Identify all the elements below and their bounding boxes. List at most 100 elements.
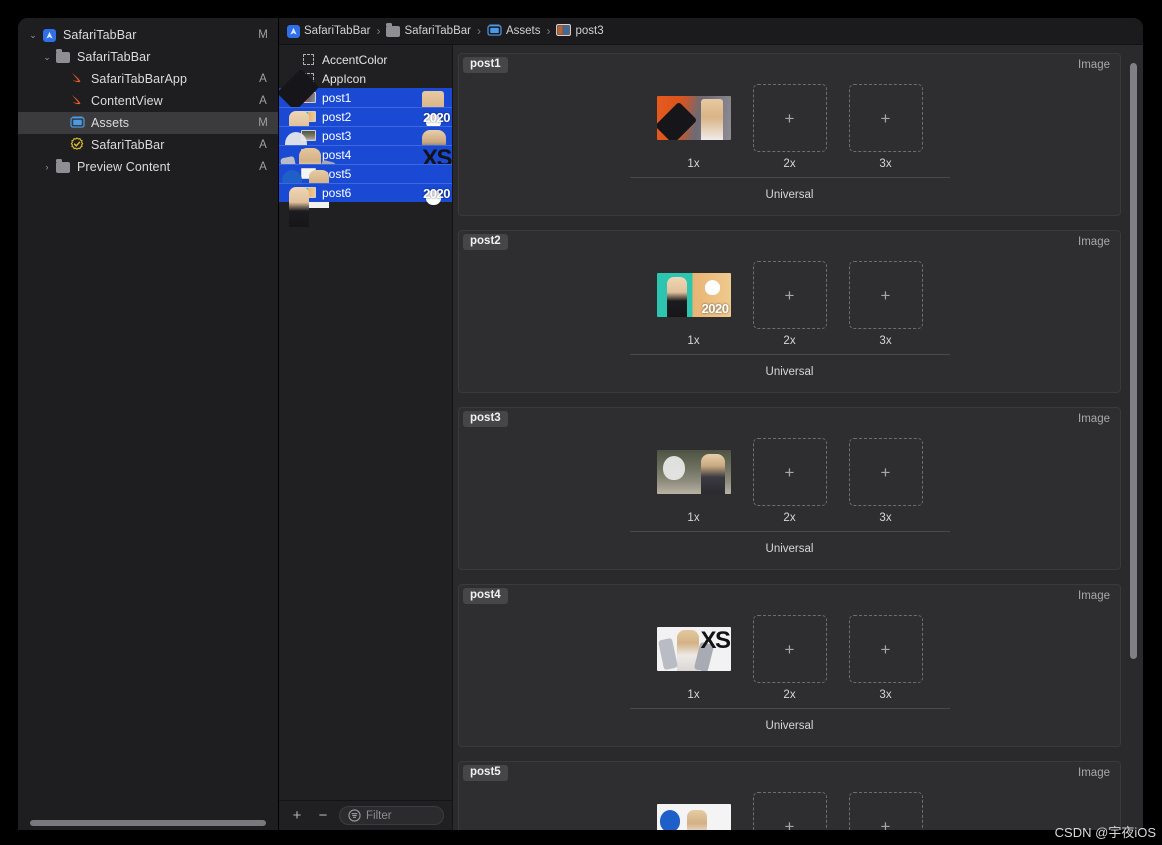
- swift-file-icon-wrap: [68, 71, 86, 88]
- nav-row-status: M: [258, 29, 268, 41]
- detail-vertical-scrollbar[interactable]: [1130, 63, 1137, 659]
- asset-slot-dropzone[interactable]: +: [752, 615, 827, 683]
- asset-card-kind: Image: [1078, 413, 1110, 425]
- asset-card-post2[interactable]: post2 Image 2020 1x +2x +3x Universal: [458, 230, 1121, 393]
- asset-slot[interactable]: +2x: [752, 438, 827, 524]
- asset-card-post4[interactable]: post4 Image XS 1x +2x +3x Universal: [458, 584, 1121, 747]
- image-set-icon-wrap: 2020: [301, 186, 450, 205]
- asset-slot[interactable]: +3x: [848, 792, 923, 831]
- asset-list-item-label: post4: [322, 147, 352, 162]
- asset-slot-dropzone[interactable]: +: [752, 84, 827, 152]
- asset-slot[interactable]: +3x: [848, 84, 923, 170]
- asset-thumbnail: [656, 450, 731, 494]
- asset-slot-dropzone[interactable]: +: [848, 84, 923, 152]
- asset-list-item-post1[interactable]: post1: [279, 88, 452, 107]
- nav-row-safaritabbar[interactable]: ⌄ SafariTabBar M: [18, 24, 278, 46]
- add-image-plus-icon[interactable]: +: [881, 641, 891, 658]
- remove-asset-button[interactable]: −: [313, 806, 333, 826]
- asset-slot[interactable]: +2x: [752, 261, 827, 347]
- asset-slot[interactable]: +2x: [752, 615, 827, 701]
- breadcrumb: SafariTabBar › SafariTabBar › Assets › post3: [279, 18, 1143, 45]
- editor-area: SafariTabBar › SafariTabBar › Assets › post3 A…: [278, 18, 1143, 830]
- asset-slot[interactable]: +2x: [752, 84, 827, 170]
- add-image-plus-icon[interactable]: +: [785, 464, 795, 481]
- asset-slot[interactable]: +3x: [848, 438, 923, 524]
- asset-slot-dropzone[interactable]: +: [752, 792, 827, 831]
- add-image-plus-icon[interactable]: +: [881, 287, 891, 304]
- add-asset-button[interactable]: +: [287, 806, 307, 826]
- nav-row-preview-content[interactable]: › Preview Content A: [18, 156, 278, 178]
- xcode-project-icon: [287, 24, 300, 38]
- nav-row-assets[interactable]: Assets M: [18, 112, 278, 134]
- asset-list-item-label: AppIcon: [322, 71, 367, 86]
- breadcrumb-item-post3[interactable]: post3: [556, 23, 604, 39]
- image-set-icon-wrap: XS: [280, 147, 452, 191]
- asset-slot-dropzone[interactable]: +: [752, 261, 827, 329]
- asset-list-item-label: post6: [322, 185, 352, 200]
- asset-list: AccentColor AppIcon post1 2020 post2 post3 XS p…: [279, 45, 452, 800]
- asset-slot[interactable]: XS 1x: [656, 615, 731, 701]
- nav-row-safaritabbar[interactable]: ⌄ SafariTabBar: [18, 46, 278, 68]
- asset-list-item-accentcolor[interactable]: AccentColor: [279, 50, 452, 69]
- asset-card-kind: Image: [1078, 767, 1110, 779]
- asset-slot[interactable]: +3x: [848, 261, 923, 347]
- chevron-down-icon[interactable]: ⌄: [26, 30, 40, 40]
- filter-input[interactable]: Filter: [339, 806, 444, 825]
- nav-row-safaritabbarapp[interactable]: SafariTabBarApp A: [18, 68, 278, 90]
- add-image-plus-icon[interactable]: +: [785, 287, 795, 304]
- asset-slot[interactable]: 2020 1x: [656, 261, 731, 347]
- asset-slot-dropzone[interactable]: +: [848, 615, 923, 683]
- breadcrumb-item-safaritabbar[interactable]: SafariTabBar: [287, 24, 370, 38]
- assets-catalog-icon-wrap: [68, 115, 86, 131]
- nav-row-label: SafariTabBar: [91, 138, 165, 152]
- asset-slot-dropzone[interactable]: 2020: [656, 261, 731, 329]
- asset-slot-dropzone[interactable]: [656, 792, 731, 830]
- add-image-plus-icon[interactable]: +: [785, 641, 795, 658]
- asset-slot-dropzone[interactable]: XS: [656, 615, 731, 683]
- asset-card-post3[interactable]: post3 Image 1x +2x +3x Universal: [458, 407, 1121, 570]
- asset-list-item-post4[interactable]: XS post4: [279, 145, 452, 191]
- add-image-plus-icon[interactable]: +: [881, 110, 891, 127]
- breadcrumb-item-safaritabbar[interactable]: SafariTabBar: [386, 23, 471, 37]
- asset-slot-dropzone[interactable]: [656, 84, 731, 152]
- asset-list-item-post6[interactable]: 2020 post6: [279, 183, 452, 205]
- asset-slot[interactable]: +3x: [848, 615, 923, 701]
- breadcrumb-item-assets[interactable]: Assets: [487, 23, 540, 39]
- asset-slot-dropzone[interactable]: +: [848, 438, 923, 506]
- asset-slot-label: 1x: [687, 335, 700, 347]
- asset-slot-dropzone[interactable]: +: [848, 792, 923, 831]
- swift-file-icon: [70, 93, 84, 110]
- entitlements-icon: [70, 136, 84, 154]
- asset-card-post5[interactable]: post5Image1x+2x+3xUniversal: [458, 761, 1121, 830]
- nav-row-safaritabbar[interactable]: SafariTabBar A: [18, 134, 278, 156]
- asset-slot[interactable]: 1x: [656, 438, 731, 524]
- asset-slot[interactable]: 1x: [656, 84, 731, 170]
- asset-device-label: Universal: [765, 720, 814, 732]
- add-image-plus-icon[interactable]: +: [881, 464, 891, 481]
- asset-slot-row: 1x +2x +3x: [459, 430, 1120, 524]
- chevron-right-icon[interactable]: ›: [40, 162, 54, 172]
- xcode-project-icon-wrap: [287, 24, 300, 38]
- asset-slot-dropzone[interactable]: [656, 438, 731, 506]
- asset-card-kind: Image: [1078, 590, 1110, 602]
- phone-shape: [657, 637, 678, 671]
- asset-thumbnail: [301, 92, 316, 103]
- navigator-horizontal-scrollbar[interactable]: [30, 820, 266, 826]
- add-image-plus-icon[interactable]: +: [785, 110, 795, 127]
- add-image-plus-icon[interactable]: +: [881, 818, 891, 831]
- image-set-icon: [556, 23, 572, 39]
- asset-slot[interactable]: +2x: [752, 792, 827, 831]
- thumb-year-text: 2020: [701, 301, 729, 316]
- asset-list-item-post5[interactable]: post5: [279, 164, 452, 192]
- add-image-plus-icon[interactable]: +: [785, 818, 795, 831]
- asset-card-post1[interactable]: post1 Image 1x +2x +3x Universal: [458, 53, 1121, 216]
- asset-slot-dropzone[interactable]: +: [848, 261, 923, 329]
- chevron-down-icon[interactable]: ⌄: [40, 52, 54, 62]
- asset-slot-row: 1x +2x +3x: [459, 76, 1120, 170]
- nav-row-label: ContentView: [91, 94, 163, 108]
- asset-slot[interactable]: 1x: [656, 792, 731, 830]
- asset-list-item-post3[interactable]: post3: [279, 126, 452, 156]
- nav-row-contentview[interactable]: ContentView A: [18, 90, 278, 112]
- asset-slot-dropzone[interactable]: +: [752, 438, 827, 506]
- asset-list-item-post2[interactable]: 2020 post2: [279, 107, 452, 129]
